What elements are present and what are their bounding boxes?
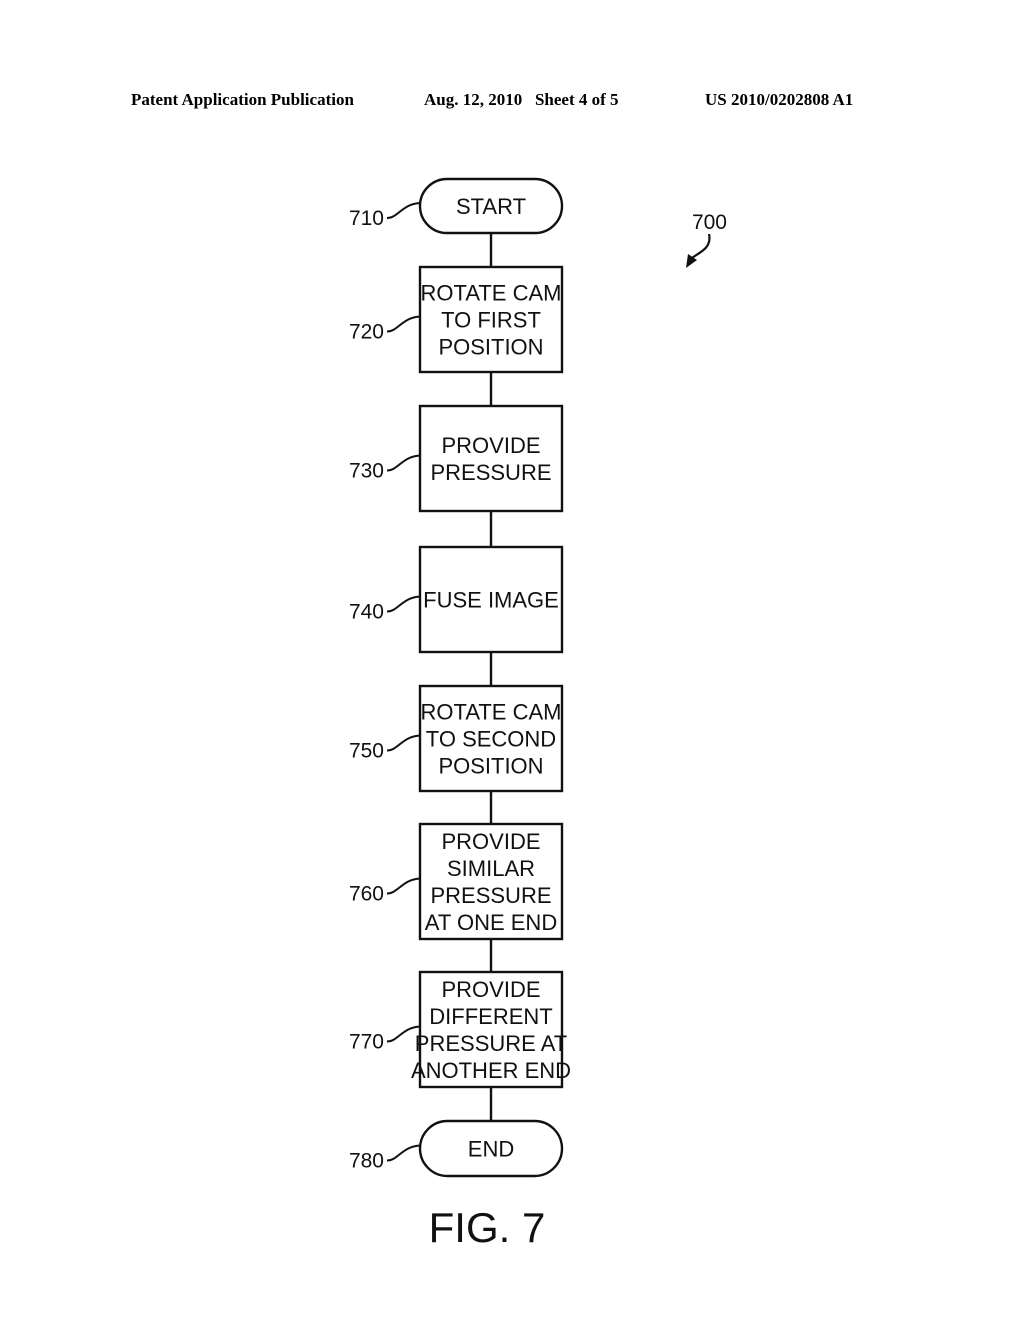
step-text-line: TO SECOND	[426, 727, 556, 752]
step-text-line: END	[468, 1137, 514, 1162]
step-text-line: AT ONE END	[425, 910, 557, 935]
step-reference-numeral: 710	[349, 207, 384, 230]
reference-arrow-line	[691, 233, 711, 259]
flow-step-710: START 710	[349, 177, 564, 235]
step-text-line: FUSE IMAGE	[423, 588, 559, 613]
figure-label: FIG. 7	[429, 1204, 546, 1251]
step-reference-numeral: 760	[349, 883, 384, 906]
step-text-line: POSITION	[438, 754, 543, 779]
step-text-line: ROTATE CAM	[421, 700, 562, 725]
reference-leader-line	[386, 595, 421, 613]
flow-step-770: PROVIDEDIFFERENTPRESSURE ATANOTHER END 77…	[349, 970, 571, 1089]
step-reference-numeral: 730	[349, 460, 384, 483]
step-text-line: START	[456, 194, 526, 219]
step-text-line: PRESSURE	[430, 460, 551, 485]
reference-leader-line	[386, 1144, 421, 1162]
step-text-line: PROVIDE	[441, 829, 540, 854]
flowchart-nodes: START710ROTATE CAMTO FIRSTPOSITION720PRO…	[349, 177, 571, 1178]
step-text-line: ANOTHER END	[411, 1058, 571, 1083]
figure-reference-700: 700	[686, 211, 727, 268]
step-text-line: TO FIRST	[441, 308, 541, 333]
flow-step-740: FUSE IMAGE 740	[349, 545, 564, 654]
reference-leader-line	[386, 734, 421, 752]
flow-step-730: PROVIDEPRESSURE 730	[349, 404, 564, 513]
flow-step-780: END 780	[349, 1119, 564, 1178]
step-reference-numeral: 770	[349, 1031, 384, 1054]
flow-step-720: ROTATE CAMTO FIRSTPOSITION 720	[349, 265, 564, 374]
step-text-line: PRESSURE AT	[415, 1031, 567, 1056]
reference-leader-line	[386, 454, 421, 472]
step-text-line: SIMILAR	[447, 856, 535, 881]
flowchart: START710ROTATE CAMTO FIRSTPOSITION720PRO…	[349, 177, 727, 1251]
step-text-line: PRESSURE	[430, 883, 551, 908]
step-text-line: ROTATE CAM	[421, 281, 562, 306]
step-text-line: DIFFERENT	[429, 1004, 552, 1029]
step-reference-numeral: 740	[349, 601, 384, 624]
step-reference-numeral: 720	[349, 321, 384, 344]
step-reference-numeral: 750	[349, 740, 384, 763]
reference-leader-line	[386, 315, 421, 333]
step-text-line: PROVIDE	[441, 433, 540, 458]
flow-step-760: PROVIDESIMILARPRESSUREAT ONE END 760	[349, 822, 564, 941]
step-text-line: PROVIDE	[441, 977, 540, 1002]
step-text-line: POSITION	[438, 335, 543, 360]
reference-leader-line	[386, 202, 421, 219]
step-reference-numeral: 780	[349, 1150, 384, 1173]
reference-leader-line	[386, 877, 421, 895]
flow-step-750: ROTATE CAMTO SECONDPOSITION 750	[349, 684, 564, 793]
process-box	[418, 404, 564, 513]
figure-reference-label: 700	[692, 211, 727, 234]
